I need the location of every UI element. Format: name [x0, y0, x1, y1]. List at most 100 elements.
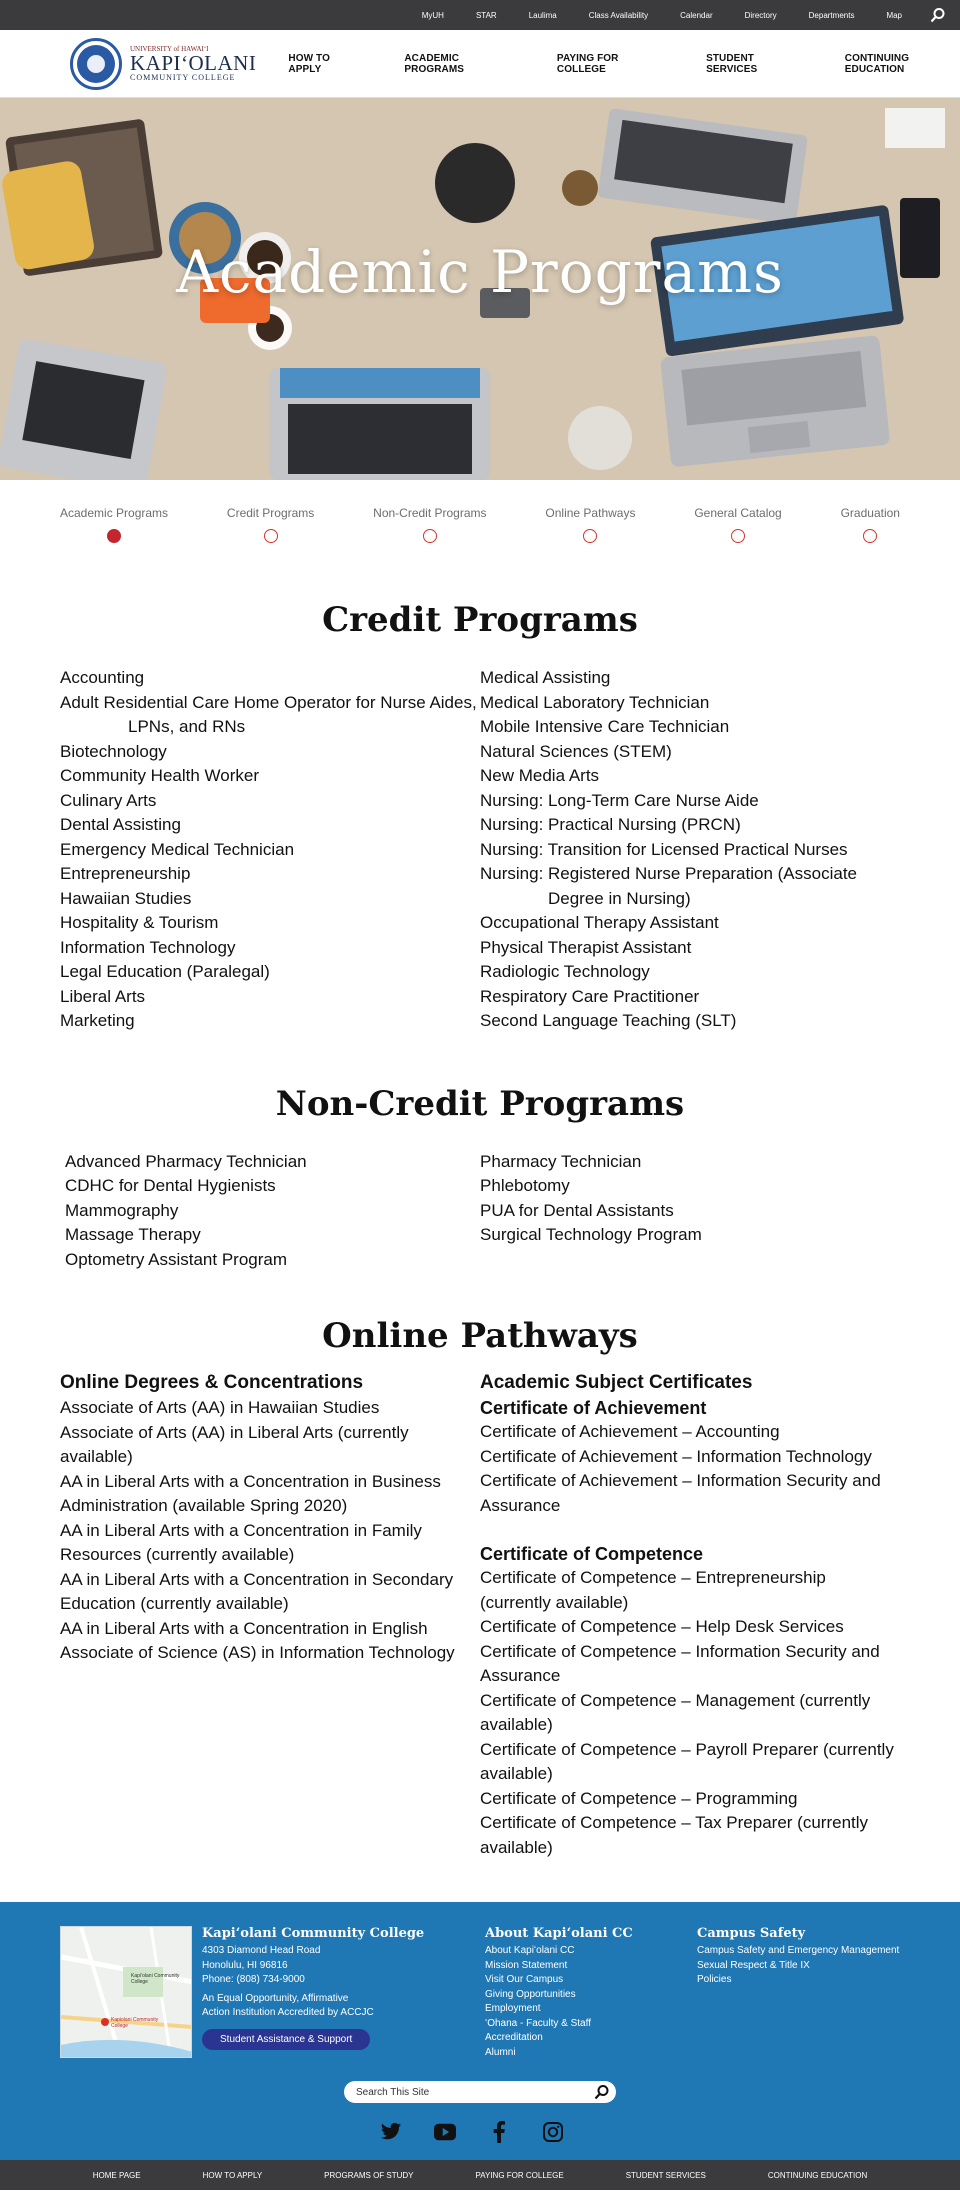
facebook-icon[interactable]: [488, 2121, 510, 2143]
nav-academic-programs[interactable]: ACADEMIC PROGRAMS: [404, 53, 511, 75]
footer-link[interactable]: Mission Statement: [485, 1959, 633, 1974]
footer-link[interactable]: Visit Our Campus: [485, 1973, 633, 1988]
online-degree-item[interactable]: AA in Liberal Arts with a Concentration …: [60, 1470, 480, 1519]
online-degree-item[interactable]: AA in Liberal Arts with a Concentration …: [60, 1519, 480, 1568]
program-link[interactable]: Nursing: Registered Nurse Preparation (A…: [480, 862, 900, 911]
program-link[interactable]: Massage Therapy: [65, 1223, 480, 1248]
program-link[interactable]: CDHC for Dental Hygienists: [65, 1174, 480, 1199]
search-icon[interactable]: [930, 7, 946, 23]
program-link[interactable]: Legal Education (Paralegal): [60, 960, 480, 985]
bottom-link-programs-of-study[interactable]: PROGRAMS OF STUDY: [324, 2171, 413, 2180]
certificate-item[interactable]: Certificate of Competence – Entrepreneur…: [480, 1566, 900, 1615]
program-link[interactable]: Community Health Worker: [60, 764, 480, 789]
program-link[interactable]: Physical Therapist Assistant: [480, 936, 900, 961]
footer-link[interactable]: ʻOhana - Faculty & Staff: [485, 2017, 633, 2032]
certificate-item[interactable]: Certificate of Achievement – Information…: [480, 1445, 900, 1470]
nav-student-services[interactable]: STUDENT SERVICES: [706, 53, 799, 75]
program-link[interactable]: Dental Assisting: [60, 813, 480, 838]
program-link[interactable]: Mammography: [65, 1199, 480, 1224]
section-nav-academic-programs[interactable]: Academic Programs: [60, 506, 168, 580]
utility-link-myuh[interactable]: MyUH: [422, 11, 444, 20]
program-link[interactable]: Hawaiian Studies: [60, 887, 480, 912]
section-nav-non-credit-programs[interactable]: Non-Credit Programs: [373, 506, 487, 580]
certificate-item[interactable]: Certificate of Competence – Help Desk Se…: [480, 1615, 900, 1640]
program-link[interactable]: Medical Assisting: [480, 666, 900, 691]
footer-link[interactable]: Employment: [485, 2002, 633, 2017]
utility-link-calendar[interactable]: Calendar: [680, 11, 712, 20]
certificate-item[interactable]: Certificate of Competence – Tax Preparer…: [480, 1811, 900, 1860]
utility-link-laulima[interactable]: Laulima: [529, 11, 557, 20]
program-link[interactable]: Surgical Technology Program: [480, 1223, 900, 1248]
program-link[interactable]: PUA for Dental Assistants: [480, 1199, 900, 1224]
program-link[interactable]: Pharmacy Technician: [480, 1150, 900, 1175]
program-link[interactable]: Liberal Arts: [60, 985, 480, 1010]
bottom-link-continuing-education[interactable]: CONTINUING EDUCATION: [768, 2171, 867, 2180]
program-link[interactable]: Second Language Teaching (SLT): [480, 1009, 900, 1034]
program-link[interactable]: Biotechnology: [60, 740, 480, 765]
nav-paying-for-college[interactable]: PAYING FOR COLLEGE: [557, 53, 660, 75]
footer-link[interactable]: About Kapiʻolani CC: [485, 1944, 633, 1959]
utility-link-directory[interactable]: Directory: [745, 11, 777, 20]
student-assistance-button[interactable]: Student Assistance & Support: [202, 2028, 371, 2050]
section-nav-graduation[interactable]: Graduation: [841, 506, 900, 580]
footer-link[interactable]: Giving Opportunities: [485, 1988, 633, 2003]
utility-link-class-availability[interactable]: Class Availability: [589, 11, 648, 20]
program-link[interactable]: Nursing: Long-Term Care Nurse Aide: [480, 789, 900, 814]
bottom-link-how-to-apply[interactable]: HOW TO APPLY: [203, 2171, 263, 2180]
footer-link[interactable]: Alumni: [485, 2046, 633, 2061]
utility-link-map[interactable]: Map: [886, 11, 902, 20]
bottom-link-student-services[interactable]: STUDENT SERVICES: [626, 2171, 706, 2180]
program-link[interactable]: Medical Laboratory Technician: [480, 691, 900, 716]
online-degree-item[interactable]: Associate of Arts (AA) in Liberal Arts (…: [60, 1421, 480, 1470]
instagram-icon[interactable]: [542, 2121, 564, 2143]
certificate-item[interactable]: Certificate of Competence – Programming: [480, 1787, 900, 1812]
footer-search-input[interactable]: Search This Site: [344, 2081, 616, 2103]
program-link[interactable]: Mobile Intensive Care Technician: [480, 715, 900, 740]
certificate-item[interactable]: Certificate of Competence – Information …: [480, 1640, 900, 1689]
program-link[interactable]: Natural Sciences (STEM): [480, 740, 900, 765]
program-link[interactable]: Marketing: [60, 1009, 480, 1034]
program-link[interactable]: Radiologic Technology: [480, 960, 900, 985]
certificate-item[interactable]: Certificate of Competence – Management (…: [480, 1689, 900, 1738]
twitter-icon[interactable]: [380, 2121, 402, 2143]
online-degree-item[interactable]: AA in Liberal Arts with a Concentration …: [60, 1568, 480, 1617]
section-nav-general-catalog[interactable]: General Catalog: [694, 506, 782, 580]
utility-link-departments[interactable]: Departments: [809, 11, 855, 20]
program-link[interactable]: Entrepreneurship: [60, 862, 480, 887]
certificate-item[interactable]: Certificate of Competence – Payroll Prep…: [480, 1738, 900, 1787]
search-icon[interactable]: [594, 2084, 610, 2100]
online-degree-item[interactable]: Associate of Science (AS) in Information…: [60, 1641, 480, 1666]
program-link[interactable]: Nursing: Transition for Licensed Practic…: [480, 838, 900, 863]
program-link[interactable]: Adult Residential Care Home Operator for…: [60, 691, 480, 740]
campus-map[interactable]: Kapiʻolani Community College Kapiolani C…: [60, 1926, 192, 2058]
bottom-link-home-page[interactable]: HOME PAGE: [93, 2171, 141, 2180]
program-link[interactable]: Accounting: [60, 666, 480, 691]
program-link[interactable]: Hospitality & Tourism: [60, 911, 480, 936]
youtube-icon[interactable]: [434, 2121, 456, 2143]
online-degree-item[interactable]: AA in Liberal Arts with a Concentration …: [60, 1617, 480, 1642]
certificate-item[interactable]: Certificate of Achievement – Accounting: [480, 1420, 900, 1445]
footer-link[interactable]: Sexual Respect & Title IX: [697, 1959, 899, 1974]
program-link[interactable]: Respiratory Care Practitioner: [480, 985, 900, 1010]
program-link[interactable]: Occupational Therapy Assistant: [480, 911, 900, 936]
program-link[interactable]: Phlebotomy: [480, 1174, 900, 1199]
college-logo[interactable]: UNIVERSITY of HAWAIʻI KAPIʻOLANI COMMUNI…: [70, 37, 256, 90]
utility-link-star[interactable]: STAR: [476, 11, 497, 20]
program-link[interactable]: New Media Arts: [480, 764, 900, 789]
footer-link[interactable]: Policies: [697, 1973, 899, 1988]
program-link[interactable]: Nursing: Practical Nursing (PRCN): [480, 813, 900, 838]
program-link[interactable]: Emergency Medical Technician: [60, 838, 480, 863]
nav-continuing-education[interactable]: CONTINUING EDUCATION: [845, 53, 960, 75]
bottom-link-paying-for-college[interactable]: PAYING FOR COLLEGE: [476, 2171, 564, 2180]
footer-link[interactable]: Accreditation: [485, 2031, 633, 2046]
section-nav-online-pathways[interactable]: Online Pathways: [545, 506, 635, 580]
program-link[interactable]: Advanced Pharmacy Technician: [65, 1150, 480, 1175]
section-nav-credit-programs[interactable]: Credit Programs: [227, 506, 314, 580]
program-link[interactable]: Information Technology: [60, 936, 480, 961]
program-link[interactable]: Optometry Assistant Program: [65, 1248, 480, 1273]
footer-link[interactable]: Campus Safety and Emergency Management: [697, 1944, 899, 1959]
online-degree-item[interactable]: Associate of Arts (AA) in Hawaiian Studi…: [60, 1396, 480, 1421]
certificate-item[interactable]: Certificate of Achievement – Information…: [480, 1469, 900, 1518]
program-link[interactable]: Culinary Arts: [60, 789, 480, 814]
nav-how-to-apply[interactable]: HOW TO APPLY: [288, 53, 358, 75]
